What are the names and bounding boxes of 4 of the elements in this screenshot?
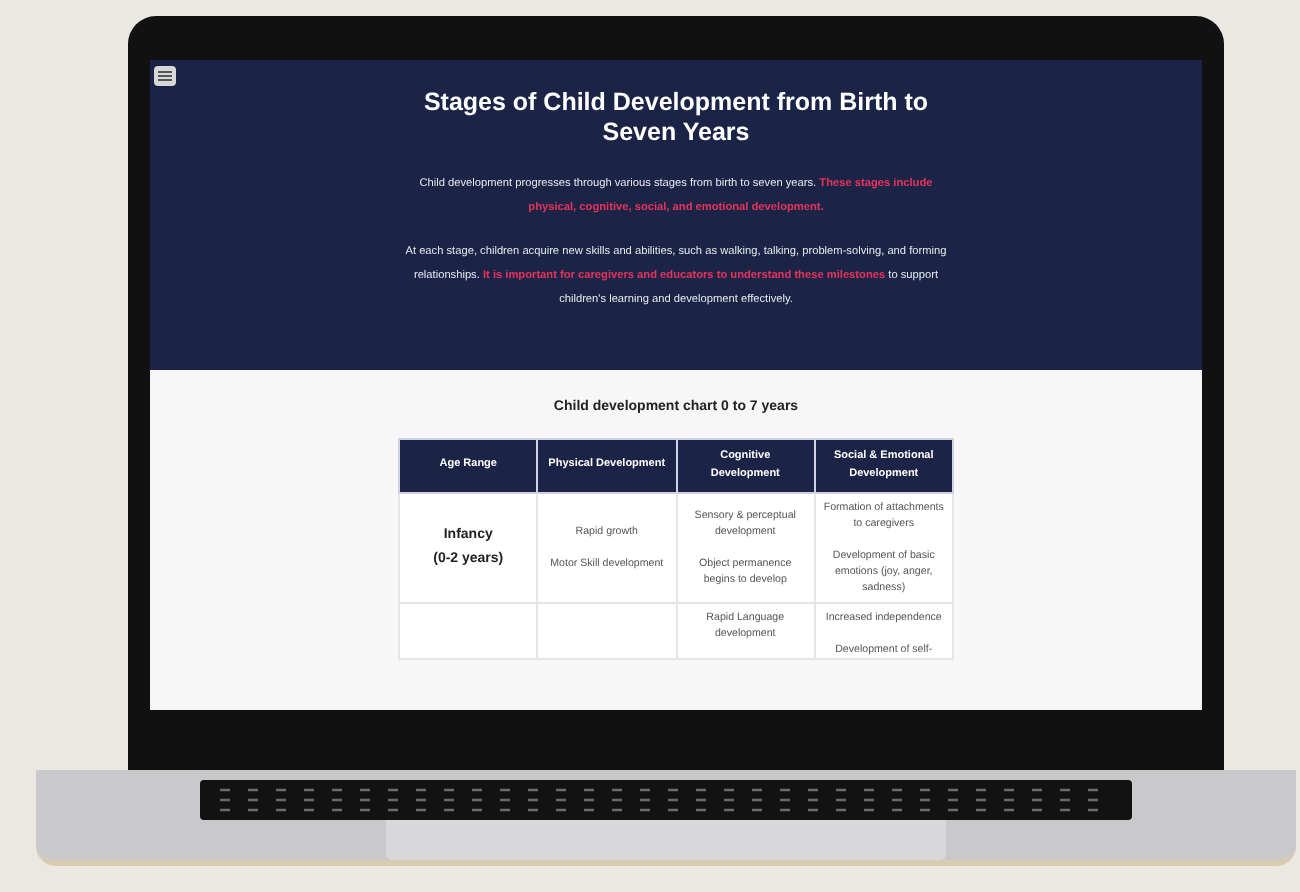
table-cell	[537, 602, 676, 658]
menu-icon[interactable]	[154, 66, 176, 86]
table-cell	[399, 602, 538, 658]
page-title: Stages of Child Development from Birth to Seven Years	[421, 88, 931, 148]
